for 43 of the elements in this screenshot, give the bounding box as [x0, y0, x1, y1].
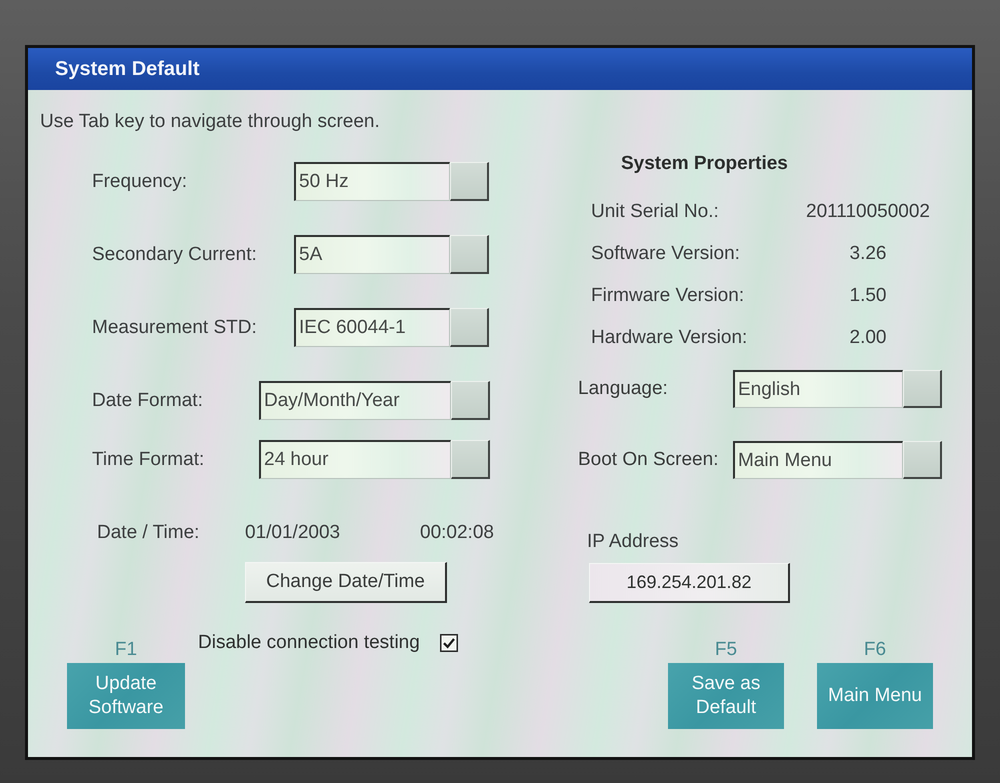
- dropdown-button[interactable]: [903, 441, 942, 479]
- time-text: 00:02:08: [420, 522, 494, 544]
- setting-label: Time Format:: [92, 448, 206, 470]
- setting-label: Secondary Current:: [92, 244, 258, 266]
- function-key-label: F5: [714, 640, 738, 660]
- setting-label: Frequency:: [92, 170, 188, 192]
- preference-label: Boot On Screen:: [578, 449, 720, 471]
- preference-label: Language:: [578, 378, 669, 400]
- checkbox[interactable]: [440, 634, 458, 652]
- change-date-time-button[interactable]: Change Date/Time: [245, 562, 447, 603]
- ip-address-field[interactable]: 169.254.201.82: [589, 563, 790, 603]
- dropdown-button[interactable]: [450, 308, 489, 347]
- dropdown-button[interactable]: [903, 370, 942, 408]
- ip-address-label: IP Address: [587, 531, 679, 553]
- dropdown-button[interactable]: [450, 162, 489, 201]
- select-field[interactable]: 50 Hz: [294, 162, 450, 201]
- date-time-label: Date / Time:: [97, 522, 200, 544]
- function-key-label: F1: [114, 640, 138, 660]
- select-field[interactable]: English: [733, 370, 903, 408]
- property-label: Unit Serial No.:: [591, 201, 720, 223]
- property-value: 1.50: [848, 285, 888, 307]
- property-label: Software Version:: [591, 243, 741, 265]
- function-key-label: F6: [864, 640, 886, 660]
- section-heading: System Properties: [621, 152, 788, 176]
- select-field[interactable]: Day/Month/Year: [259, 381, 451, 420]
- dropdown-button[interactable]: [450, 235, 489, 274]
- setting-label: Measurement STD:: [92, 316, 258, 338]
- checkbox-label: Disable connection testing: [198, 632, 420, 654]
- select-field[interactable]: Main Menu: [733, 441, 903, 479]
- property-label: Hardware Version:: [591, 327, 748, 349]
- property-value: 3.26: [848, 243, 888, 265]
- property-value: 2.00: [848, 327, 888, 349]
- select-field[interactable]: 5A: [294, 235, 450, 274]
- setting-label: Date Format:: [92, 390, 204, 412]
- property-label: Firmware Version:: [591, 285, 746, 307]
- property-value: 201110050002: [805, 201, 931, 223]
- select-field[interactable]: IEC 60044-1: [294, 308, 450, 347]
- dropdown-button[interactable]: [451, 440, 490, 479]
- dropdown-button[interactable]: [451, 381, 490, 420]
- select-field[interactable]: 24 hour: [259, 440, 451, 479]
- window-title: System Default: [55, 57, 200, 81]
- hint-text: Use Tab key to navigate through screen.: [40, 111, 380, 133]
- date-text: 01/01/2003: [245, 522, 342, 544]
